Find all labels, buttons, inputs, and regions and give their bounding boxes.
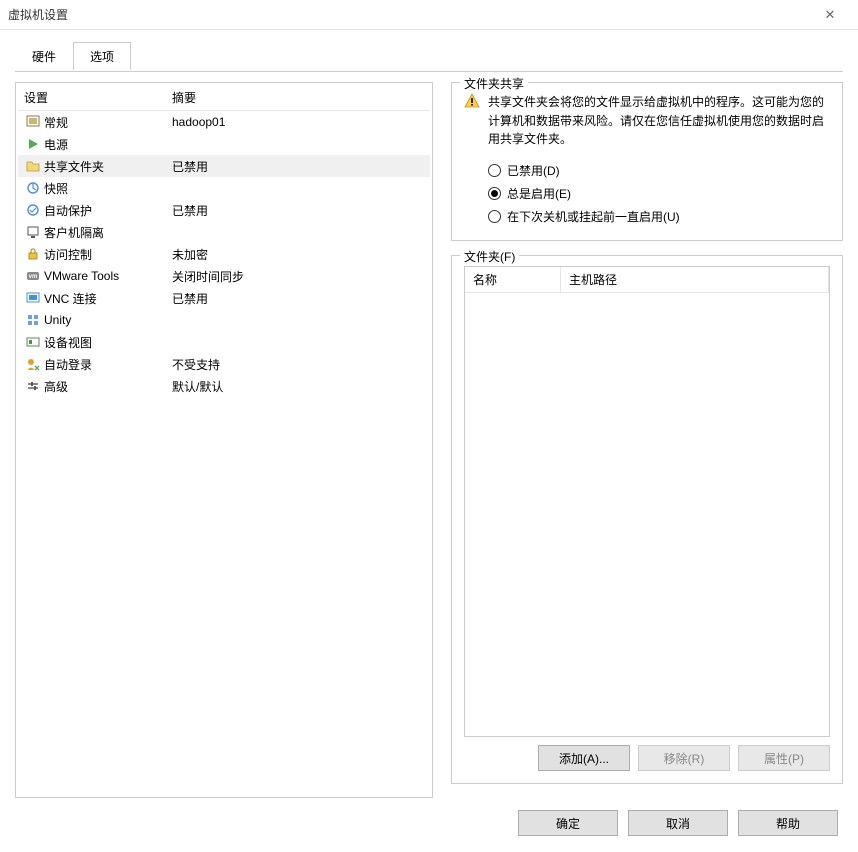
folder-sharing-fieldset: 文件夹共享 共享文件夹会将您的文件显示给虚拟机中的程序。这可能为您的计算机和数据… — [451, 82, 843, 241]
list-item-label: VNC 连接 — [44, 290, 172, 307]
folders-table[interactable]: 名称 主机路径 — [464, 266, 830, 737]
list-item-vmware-tools[interactable]: vm VMware Tools 关闭时间同步 — [18, 265, 430, 287]
radio-always-enabled[interactable]: 总是启用(E) — [488, 182, 830, 205]
list-item-label: 高级 — [44, 378, 172, 395]
tab-divider — [15, 71, 843, 72]
radio-disabled[interactable]: 已禁用(D) — [488, 159, 830, 182]
list-item-snapshots[interactable]: 快照 — [18, 177, 430, 199]
list-item-label: 自动保护 — [44, 202, 172, 219]
folder-sharing-legend: 文件夹共享 — [460, 75, 528, 92]
list-item-summary: 已禁用 — [172, 158, 424, 175]
radio-until-poweroff[interactable]: 在下次关机或挂起前一直启用(U) — [488, 205, 830, 228]
ok-button[interactable]: 确定 — [518, 810, 618, 836]
list-item-label: 电源 — [44, 136, 172, 153]
list-item-label: 客户机隔离 — [44, 224, 172, 241]
warning-icon — [464, 93, 480, 109]
list-item-label: 访问控制 — [44, 246, 172, 263]
warning-row: 共享文件夹会将您的文件显示给虚拟机中的程序。这可能为您的计算机和数据带来风险。请… — [464, 93, 830, 149]
svg-text:vm: vm — [29, 274, 38, 280]
right-panel: 文件夹共享 共享文件夹会将您的文件显示给虚拟机中的程序。这可能为您的计算机和数据… — [451, 82, 843, 798]
list-item-autoprotect[interactable]: 自动保护 已禁用 — [18, 199, 430, 221]
list-item-shared-folders[interactable]: 共享文件夹 已禁用 — [18, 155, 430, 177]
sharing-radio-group: 已禁用(D) 总是启用(E) 在下次关机或挂起前一直启用(U) — [488, 159, 830, 228]
list-item-summary: 未加密 — [172, 246, 424, 263]
list-item-label: 常规 — [44, 114, 172, 131]
list-item-unity[interactable]: Unity — [18, 309, 430, 331]
power-icon — [24, 136, 42, 152]
list-item-summary: 关闭时间同步 — [172, 268, 424, 285]
content-area: 设置 摘要 常规 hadoop01 电源 共享文件夹 已禁用 快照 自动保护 已… — [0, 70, 858, 798]
radio-icon — [488, 164, 501, 177]
folders-fieldset: 文件夹(F) 名称 主机路径 添加(A)... 移除(R) 属性(P) — [451, 255, 843, 784]
access-control-icon — [24, 246, 42, 262]
settings-list: 设置 摘要 常规 hadoop01 电源 共享文件夹 已禁用 快照 自动保护 已… — [15, 82, 433, 798]
add-folder-button[interactable]: 添加(A)... — [538, 745, 630, 771]
radio-icon — [488, 210, 501, 223]
tab-hardware[interactable]: 硬件 — [15, 42, 73, 70]
advanced-icon — [24, 378, 42, 394]
list-item-label: 设备视图 — [44, 334, 172, 351]
dialog-buttons: 确定 取消 帮助 — [0, 798, 858, 852]
tab-options[interactable]: 选项 — [73, 42, 131, 70]
list-item-vnc[interactable]: VNC 连接 已禁用 — [18, 287, 430, 309]
radio-label: 在下次关机或挂起前一直启用(U) — [507, 208, 680, 225]
autologon-icon — [24, 356, 42, 372]
list-item-summary: 已禁用 — [172, 202, 424, 219]
list-item-summary: 默认/默认 — [172, 378, 424, 395]
list-item-summary: 不受支持 — [172, 356, 424, 373]
unity-icon — [24, 312, 42, 328]
header-summary: 摘要 — [172, 89, 424, 106]
device-view-icon — [24, 334, 42, 350]
titlebar: 虚拟机设置 ✕ — [0, 0, 858, 30]
autoprotect-icon — [24, 202, 42, 218]
remove-folder-button: 移除(R) — [638, 745, 730, 771]
general-icon — [24, 114, 42, 130]
cancel-button[interactable]: 取消 — [628, 810, 728, 836]
list-item-advanced[interactable]: 高级 默认/默认 — [18, 375, 430, 397]
folders-table-header: 名称 主机路径 — [465, 267, 829, 293]
list-item-summary: 已禁用 — [172, 290, 424, 307]
settings-list-header: 设置 摘要 — [18, 85, 430, 111]
list-item-label: 共享文件夹 — [44, 158, 172, 175]
folders-header-name[interactable]: 名称 — [465, 267, 561, 292]
close-button[interactable]: ✕ — [810, 7, 850, 23]
radio-icon — [488, 187, 501, 200]
vnc-icon — [24, 290, 42, 306]
list-item-label: Unity — [44, 313, 172, 327]
list-item-access-control[interactable]: 访问控制 未加密 — [18, 243, 430, 265]
warning-text: 共享文件夹会将您的文件显示给虚拟机中的程序。这可能为您的计算机和数据带来风险。请… — [488, 93, 830, 149]
list-item-summary: hadoop01 — [172, 115, 424, 129]
shared-folders-icon — [24, 158, 42, 174]
list-item-label: VMware Tools — [44, 269, 172, 283]
folder-buttons: 添加(A)... 移除(R) 属性(P) — [464, 745, 830, 771]
list-item-general[interactable]: 常规 hadoop01 — [18, 111, 430, 133]
folders-header-path[interactable]: 主机路径 — [561, 267, 829, 292]
list-item-power[interactable]: 电源 — [18, 133, 430, 155]
header-setting: 设置 — [24, 89, 172, 106]
guest-isolation-icon — [24, 224, 42, 240]
window-title: 虚拟机设置 — [8, 6, 810, 23]
list-item-label: 快照 — [44, 180, 172, 197]
radio-label: 总是启用(E) — [507, 185, 571, 202]
folder-properties-button: 属性(P) — [738, 745, 830, 771]
snapshot-icon — [24, 180, 42, 196]
list-item-device-view[interactable]: 设备视图 — [18, 331, 430, 353]
tab-strip: 硬件 选项 — [0, 30, 858, 70]
radio-label: 已禁用(D) — [507, 162, 560, 179]
list-item-label: 自动登录 — [44, 356, 172, 373]
help-button[interactable]: 帮助 — [738, 810, 838, 836]
folders-legend: 文件夹(F) — [460, 248, 519, 265]
list-item-guest-isolation[interactable]: 客户机隔离 — [18, 221, 430, 243]
vmware-tools-icon: vm — [24, 268, 42, 284]
list-item-autologon[interactable]: 自动登录 不受支持 — [18, 353, 430, 375]
